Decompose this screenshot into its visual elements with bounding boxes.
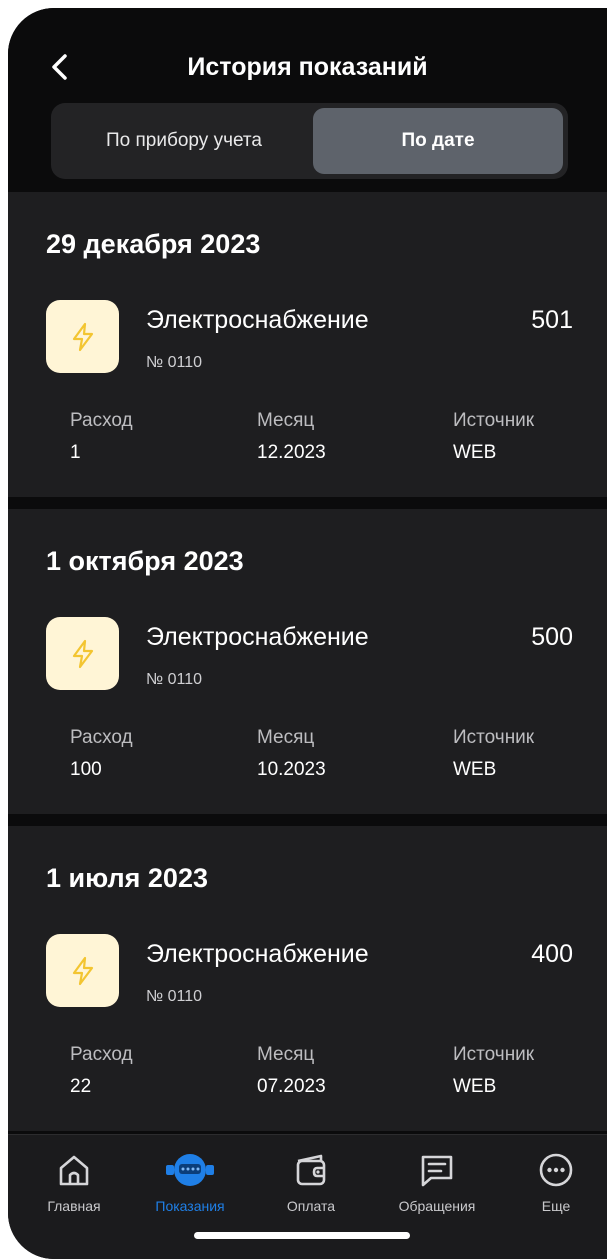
reading-value: 500 <box>531 623 573 651</box>
tab-readings[interactable]: Показания <box>142 1149 238 1215</box>
source-label: Источник <box>453 727 535 748</box>
bottom-tab-bar: Главная Показания Оплата Обращения Еще <box>8 1134 607 1259</box>
reading-value: 501 <box>531 306 573 334</box>
tab-more[interactable]: Еще <box>508 1149 604 1215</box>
lightning-icon <box>72 639 94 669</box>
month-label: Месяц <box>257 727 315 748</box>
header: История показаний По прибору учета По да… <box>8 8 607 184</box>
meter-icon <box>166 1154 214 1186</box>
reading-card[interactable]: 1 октября 2023 Электроснабжение № 0110 5… <box>8 509 607 814</box>
month-column: Месяц 10.2023 <box>257 725 326 783</box>
more-icon <box>539 1153 573 1187</box>
phone-screen: История показаний По прибору учета По да… <box>8 8 607 1259</box>
view-mode-switch: По прибору учета По дате <box>51 103 568 179</box>
tab-readings-label: Показания <box>155 1198 225 1214</box>
consumption-column: Расход 22 <box>70 1042 133 1100</box>
reading-card[interactable]: 29 декабря 2023 Электроснабжение № 0110 … <box>8 192 607 497</box>
meter-number: № 0110 <box>146 988 203 1005</box>
source-value: WEB <box>453 1076 497 1097</box>
consumption-column: Расход 100 <box>70 725 133 783</box>
source-column: Источник WEB <box>453 408 534 466</box>
source-value: WEB <box>453 759 497 780</box>
tab-requests-label: Обращения <box>398 1198 476 1214</box>
tab-by-meter[interactable]: По прибору учета <box>56 108 312 174</box>
month-label: Месяц <box>257 410 315 431</box>
service-name: Электроснабжение <box>146 306 369 334</box>
message-icon <box>421 1155 453 1187</box>
page-title: История показаний <box>187 53 428 81</box>
service-name: Электроснабжение <box>146 940 369 968</box>
month-value: 10.2023 <box>257 759 326 780</box>
service-icon-box <box>46 617 119 690</box>
reading-date: 29 декабря 2023 <box>46 229 261 259</box>
consumption-label: Расход <box>70 727 133 748</box>
source-column: Источник WEB <box>453 725 534 783</box>
readings-list: 29 декабря 2023 Электроснабжение № 0110 … <box>8 184 607 1134</box>
consumption-value: 1 <box>70 442 81 463</box>
source-label: Источник <box>453 1044 535 1065</box>
source-column: Источник WEB <box>453 1042 534 1100</box>
tab-by-date[interactable]: По дате <box>313 108 563 174</box>
meter-number: № 0110 <box>146 671 203 688</box>
month-label: Месяц <box>257 1044 315 1065</box>
reading-value: 400 <box>531 940 573 968</box>
consumption-column: Расход 1 <box>70 408 133 466</box>
source-value: WEB <box>453 442 497 463</box>
lightning-icon <box>72 322 94 352</box>
tab-more-label: Еще <box>541 1198 571 1214</box>
source-label: Источник <box>453 410 535 431</box>
reading-date: 1 октября 2023 <box>46 546 244 576</box>
reading-card[interactable]: 1 июля 2023 Электроснабжение № 0110 400 … <box>8 826 607 1131</box>
tab-home[interactable]: Главная <box>26 1149 122 1215</box>
month-column: Месяц 12.2023 <box>257 408 326 466</box>
consumption-label: Расход <box>70 1044 133 1065</box>
lightning-icon <box>72 956 94 986</box>
consumption-value: 22 <box>70 1076 92 1097</box>
month-value: 07.2023 <box>257 1076 326 1097</box>
service-icon-box <box>46 300 119 373</box>
meter-number: № 0110 <box>146 354 203 371</box>
reading-date: 1 июля 2023 <box>46 863 208 893</box>
service-icon-box <box>46 934 119 1007</box>
tab-payment[interactable]: Оплата <box>263 1149 359 1215</box>
month-value: 12.2023 <box>257 442 326 463</box>
service-name: Электроснабжение <box>146 623 369 651</box>
consumption-value: 100 <box>70 759 102 780</box>
consumption-label: Расход <box>70 410 133 431</box>
wallet-icon <box>296 1154 326 1186</box>
month-column: Месяц 07.2023 <box>257 1042 326 1100</box>
home-indicator[interactable] <box>194 1232 410 1239</box>
home-icon <box>59 1155 89 1186</box>
tab-home-label: Главная <box>47 1198 101 1214</box>
tab-payment-label: Оплата <box>286 1198 336 1214</box>
tab-requests[interactable]: Обращения <box>389 1149 485 1215</box>
